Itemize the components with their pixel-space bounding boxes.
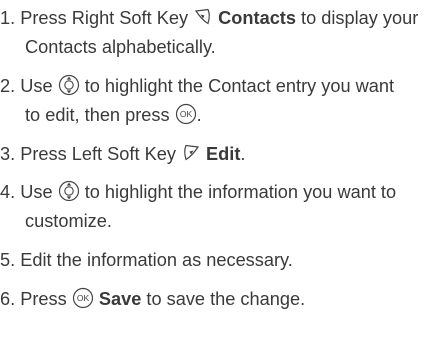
step-text: to highlight the information you want to — [84, 182, 397, 202]
step-number: 2. — [0, 76, 16, 96]
step-2: 2. Use to highlight the Contact entry yo… — [0, 72, 443, 130]
softkey-label: Edit — [206, 144, 241, 164]
step-text-line2: customize. — [25, 211, 112, 231]
step-text: to display your — [301, 8, 419, 28]
step-4: 4. Use to highlight the information you … — [0, 178, 443, 236]
ok-key-icon: OK — [72, 287, 94, 309]
step-3: 3. Press Left Soft Key Edit. — [0, 140, 443, 169]
step-6: 6. Press OK Save to save the change. — [0, 285, 443, 314]
step-text: . — [196, 105, 202, 125]
step-text: Press Right Soft Key — [20, 8, 189, 28]
step-text: Use — [20, 76, 53, 96]
step-text: Use — [20, 182, 53, 202]
navigation-key-icon — [58, 74, 80, 96]
step-1: 1. Press Right Soft Key Contacts to disp… — [0, 4, 443, 62]
left-soft-key-icon — [181, 144, 201, 162]
step-text-line2: Contacts alphabetically. — [25, 37, 216, 57]
svg-text:OK: OK — [180, 109, 193, 119]
step-number: 4. — [0, 182, 16, 202]
step-text: Press — [20, 289, 67, 309]
ok-key-icon: OK — [175, 103, 197, 125]
step-text: to highlight the Contact entry you want — [84, 76, 395, 96]
step-number: 1. — [0, 8, 16, 28]
step-5: 5. Edit the information as necessary. — [0, 246, 443, 275]
navigation-key-icon — [58, 180, 80, 202]
svg-text:OK: OK — [77, 293, 90, 303]
softkey-label: Contacts — [218, 8, 296, 28]
step-text: Edit the information as necessary. — [20, 250, 293, 270]
step-text: . — [240, 144, 246, 164]
step-number: 3. — [0, 144, 16, 164]
step-number: 6. — [0, 289, 16, 309]
step-text: Press Left Soft Key — [20, 144, 176, 164]
step-text: to edit, then press — [25, 105, 170, 125]
step-text: to save the change. — [146, 289, 306, 309]
step-number: 5. — [0, 250, 16, 270]
softkey-label: Save — [98, 289, 142, 309]
right-soft-key-icon — [193, 8, 213, 26]
